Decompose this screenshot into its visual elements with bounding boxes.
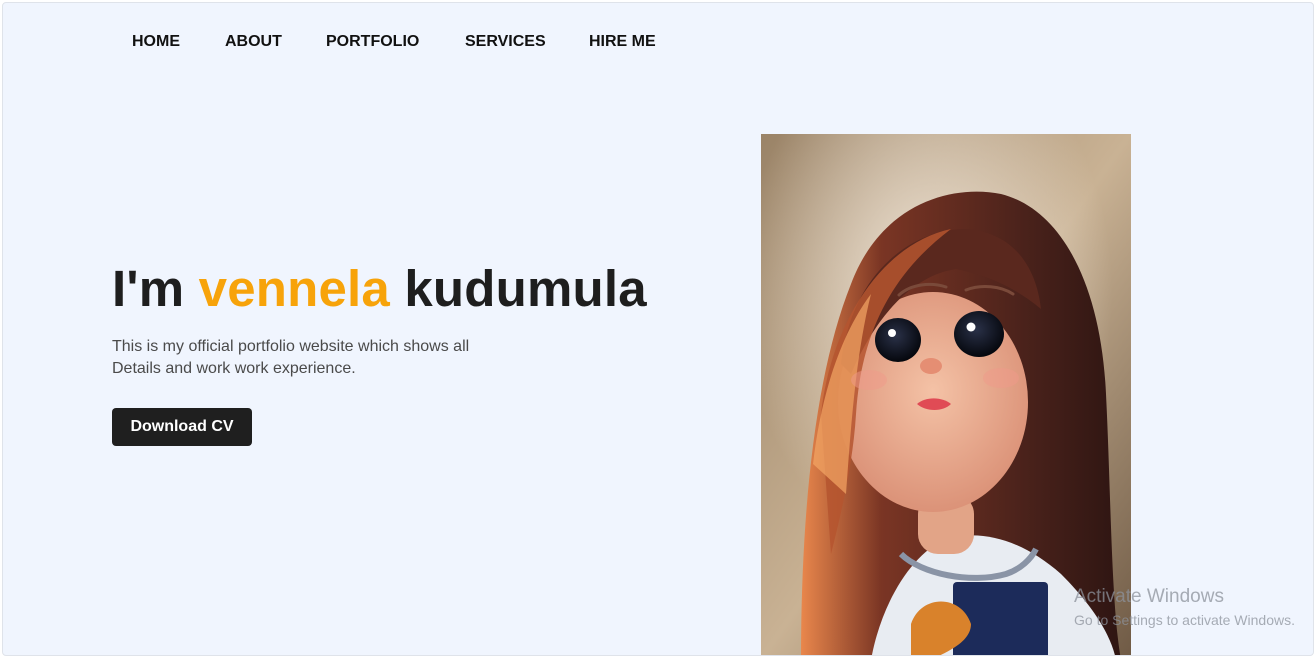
hero-description: This is my official portfolio website wh… [112,336,502,380]
hero-title: I'm vennela kudumula [112,259,647,318]
profile-portrait-image [761,134,1131,655]
download-cv-button[interactable]: Download CV [112,408,252,446]
hero-description-line-1: This is my official portfolio website wh… [112,338,470,355]
nav-home-link[interactable]: HOME [132,33,180,51]
portfolio-page: HOME ABOUT PORTFOLIO SERVICES HIRE ME I'… [2,2,1314,656]
nav-hire-me-link[interactable]: HIRE ME [589,33,656,51]
nav-portfolio-link[interactable]: PORTFOLIO [326,33,419,51]
hero-title-prefix: I'm [112,260,199,317]
hero-description-line-2: Details and work work experience. [112,360,356,377]
hero-title-surname: kudumula [389,260,647,317]
cartoon-girl-portrait-icon [761,134,1131,655]
nav-services-link[interactable]: SERVICES [465,33,546,51]
main-navigation: HOME ABOUT PORTFOLIO SERVICES HIRE ME [3,3,1313,83]
nav-about-link[interactable]: ABOUT [225,33,282,51]
hero-title-name: vennela [198,260,390,317]
